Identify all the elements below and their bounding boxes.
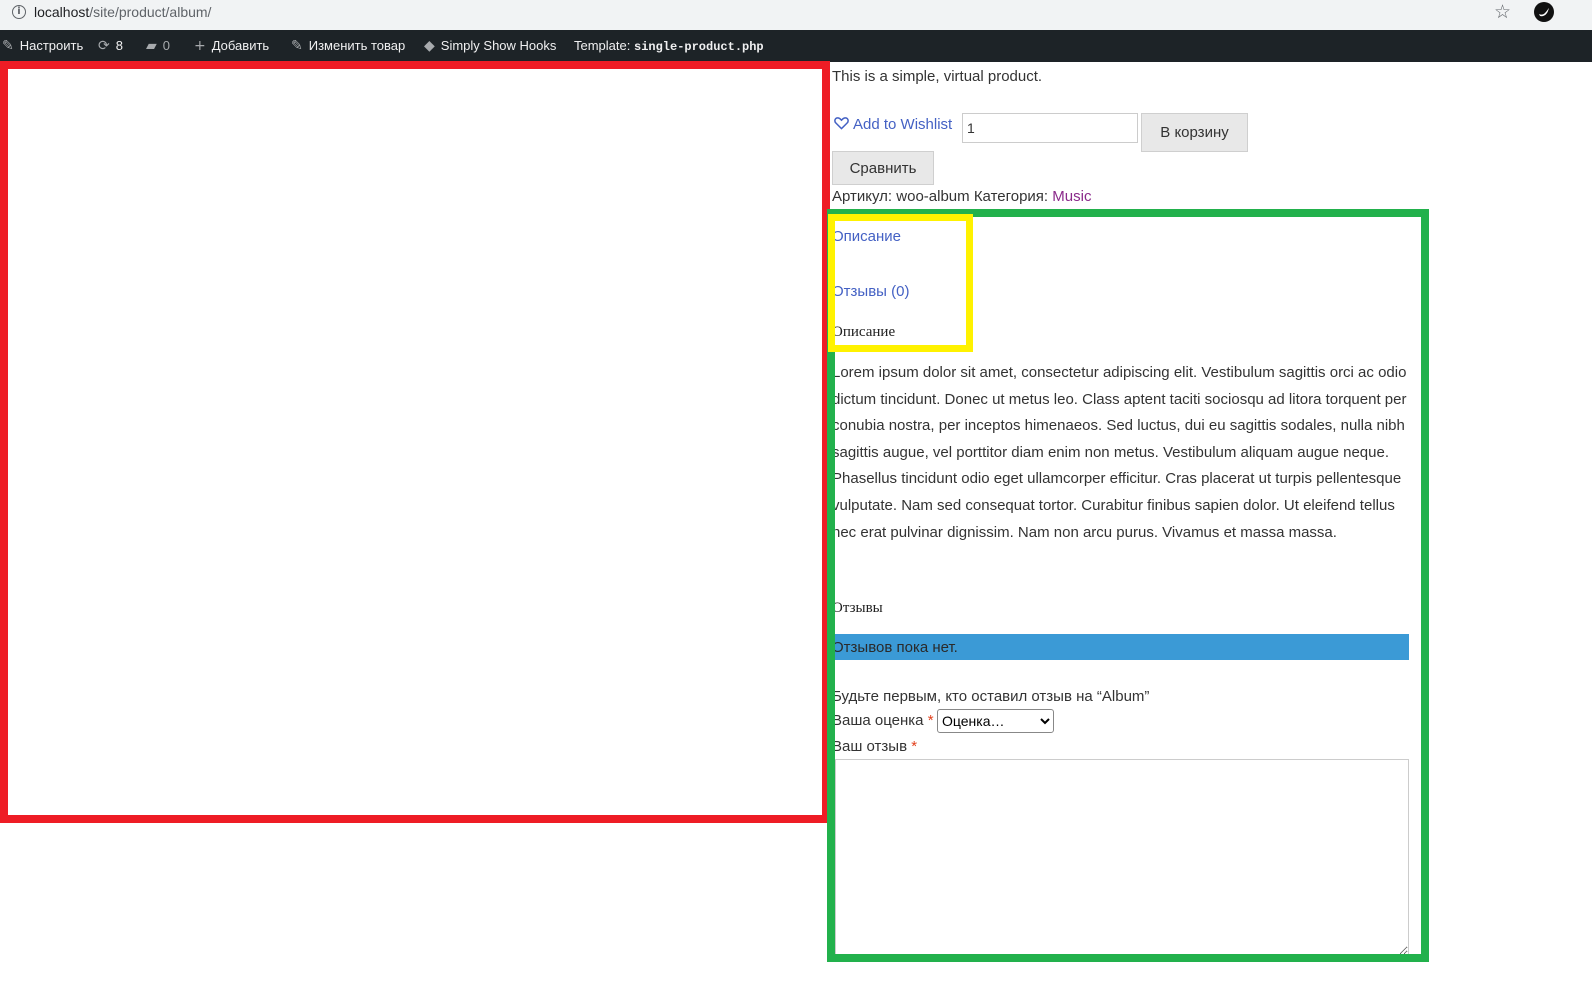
description-heading: Описание [832, 324, 896, 340]
no-reviews-notice: Отзывов пока нет. [832, 634, 1409, 660]
tag-icon: ◆ [424, 38, 435, 54]
admin-bar: ✎ Настроить ⟳ 8 ▰ 0 + Добавить ✎ Изменить тов… [0, 30, 1592, 62]
admin-bar-edit-product[interactable]: ✎ Изменить товар [291, 30, 405, 62]
admin-bar-customize[interactable]: ✎ Настроить [2, 30, 83, 62]
compare-button[interactable]: Сравнить [832, 151, 934, 185]
admin-bar-comments[interactable]: ▰ 0 [146, 30, 170, 62]
admin-bar-add-new[interactable]: + Добавить [194, 30, 269, 62]
heart-icon [834, 117, 849, 130]
browser-toolbar: i localhost/site/product/album/ ☆ [0, 0, 1592, 30]
product-meta: Артикул: woo-album Категория: Music [832, 188, 1092, 205]
brush-icon: ✎ [2, 38, 14, 54]
comment-icon: ▰ [146, 38, 157, 54]
admin-bar-template: Template: single-product.php [574, 38, 764, 54]
category-link[interactable]: Music [1052, 188, 1091, 205]
url-text[interactable]: localhost/site/product/album/ [34, 4, 211, 20]
info-icon[interactable]: i [12, 5, 26, 19]
tab-description[interactable]: Описание [832, 228, 901, 245]
add-to-cart-button[interactable]: В корзину [1141, 113, 1248, 152]
rating-label: Ваша оценка * [832, 712, 934, 729]
rating-select[interactable]: Оценка… [937, 709, 1054, 733]
quantity-input[interactable] [962, 113, 1138, 143]
short-description: This is a simple, virtual product. [832, 68, 1043, 85]
description-text: Lorem ipsum dolor sit amet, consectetur … [832, 364, 1407, 541]
add-to-wishlist-link[interactable]: Add to Wishlist [834, 116, 952, 133]
refresh-icon: ⟳ [98, 38, 110, 54]
pencil-icon: ✎ [291, 38, 303, 54]
address-bar[interactable]: i localhost/site/product/album/ [0, 0, 1522, 26]
tab-reviews[interactable]: Отзывы (0) [832, 283, 909, 300]
star-icon[interactable]: ☆ [1494, 1, 1511, 23]
review-textarea[interactable] [835, 759, 1409, 956]
admin-bar-simply-show-hooks[interactable]: ◆ Simply Show Hooks [424, 30, 556, 62]
review-label: Ваш отзыв * [832, 738, 918, 755]
review-reply-title: Будьте первым, кто оставил отзыв на “Alb… [832, 688, 1150, 705]
bird-icon[interactable] [1534, 2, 1554, 22]
plus-icon: + [194, 38, 206, 54]
reviews-heading: Отзывы [832, 600, 883, 616]
sku-value: woo-album [896, 188, 970, 205]
admin-bar-updates[interactable]: ⟳ 8 [98, 30, 123, 62]
annotation-frame-red [0, 61, 830, 823]
